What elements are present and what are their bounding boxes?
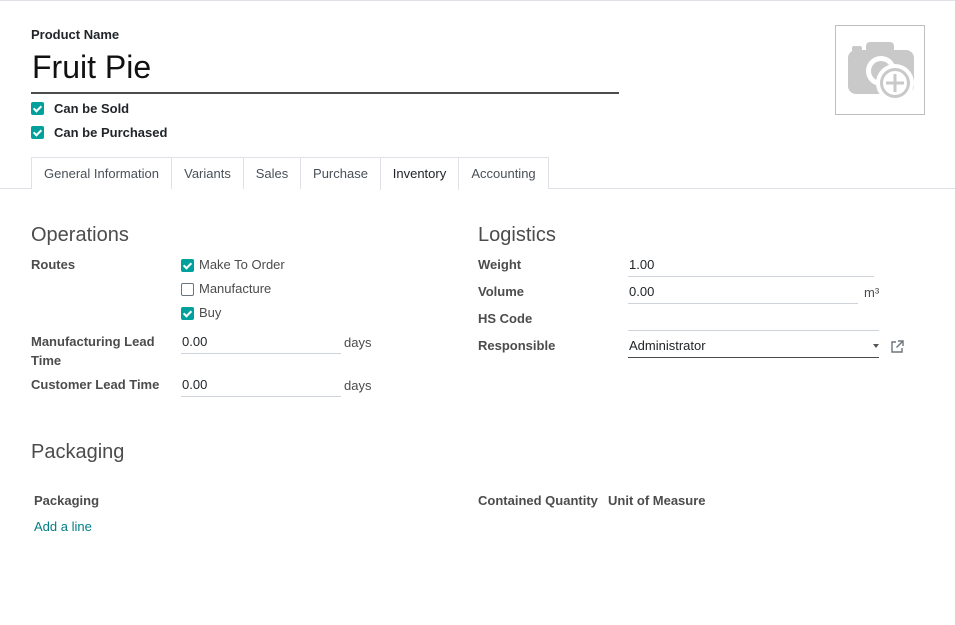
add-a-line-link[interactable]: Add a line xyxy=(34,519,92,534)
customer-lead-time-input[interactable]: 0.00 xyxy=(181,375,341,397)
packaging-column-header[interactable]: Packaging xyxy=(34,491,99,510)
tab-inventory[interactable]: Inventory xyxy=(380,157,459,190)
customer-lead-time-label: Customer Lead Time xyxy=(31,377,160,392)
operations-title: Operations xyxy=(31,224,129,246)
route-buy-checkbox[interactable] xyxy=(181,307,194,320)
product-image-upload[interactable] xyxy=(835,25,925,115)
top-divider xyxy=(0,0,955,1)
tab-accounting[interactable]: Accounting xyxy=(458,157,549,189)
route-buy-label: Buy xyxy=(199,305,222,320)
volume-input[interactable]: 0.00 xyxy=(628,282,858,304)
volume-unit: m³ xyxy=(864,285,880,300)
route-make-to-order-label: Make To Order xyxy=(199,257,285,272)
routes-label: Routes xyxy=(31,257,76,272)
caret-down-icon[interactable] xyxy=(873,344,879,348)
weight-input[interactable]: 1.00 xyxy=(628,255,874,277)
can-be-sold-checkbox[interactable] xyxy=(31,102,44,115)
can-be-purchased-label: Can be Purchased xyxy=(54,125,168,140)
unit-of-measure-column-header[interactable]: Unit of Measure xyxy=(608,491,706,510)
logistics-title: Logistics xyxy=(478,224,556,246)
weight-label: Weight xyxy=(478,257,522,272)
product-name-input[interactable]: Fruit Pie xyxy=(31,46,619,94)
hs-code-label: HS Code xyxy=(478,311,533,326)
customer-lead-time-unit: days xyxy=(344,378,372,393)
can-be-purchased-checkbox[interactable] xyxy=(31,126,44,139)
hs-code-input[interactable] xyxy=(628,309,879,331)
notebook-tabs: General Information Variants Sales Purch… xyxy=(0,157,955,190)
tab-sales[interactable]: Sales xyxy=(243,157,301,189)
contained-quantity-column-header[interactable]: Contained Quantity xyxy=(478,491,598,510)
manufacturing-lead-time-label: Manufacturing Lead Time xyxy=(31,334,155,368)
volume-label: Volume xyxy=(478,284,524,299)
camera-plus-icon xyxy=(848,42,914,102)
manufacturing-lead-time-input[interactable]: 0.00 xyxy=(181,332,341,354)
responsible-label: Responsible xyxy=(478,338,556,353)
packaging-title: Packaging xyxy=(31,441,125,463)
tab-purchase[interactable]: Purchase xyxy=(300,157,381,189)
external-link-icon[interactable] xyxy=(890,340,904,354)
responsible-select[interactable]: Administrator xyxy=(628,336,879,358)
route-manufacture-checkbox[interactable] xyxy=(181,283,194,296)
tab-general-information[interactable]: General Information xyxy=(31,157,172,189)
can-be-sold-label: Can be Sold xyxy=(54,101,130,116)
tab-variants[interactable]: Variants xyxy=(171,157,244,189)
responsible-value: Administrator xyxy=(629,338,706,353)
manufacturing-lead-time-unit: days xyxy=(344,335,372,350)
route-make-to-order-checkbox[interactable] xyxy=(181,259,194,272)
route-manufacture-label: Manufacture xyxy=(199,281,272,296)
product-name-label: Product Name xyxy=(31,27,120,42)
